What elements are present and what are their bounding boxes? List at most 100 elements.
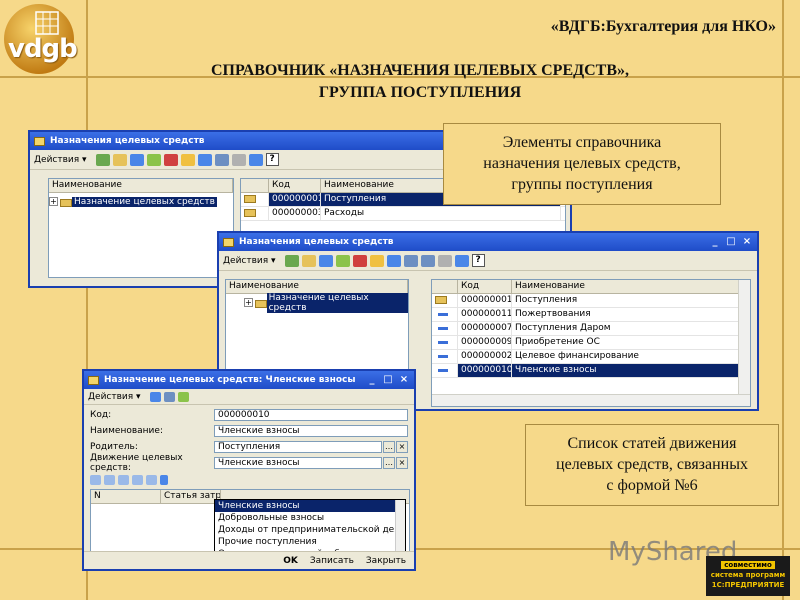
list-row[interactable]: 000000002 Целевое финансирование — [432, 350, 750, 364]
edit-icon[interactable] — [146, 153, 161, 166]
list-row[interactable]: 000000010 Членские взносы — [432, 364, 750, 378]
code-col-header[interactable]: Код — [269, 179, 321, 192]
name-field-row: Наименование: Членские взносы — [90, 425, 408, 437]
copy-icon[interactable] — [318, 254, 333, 267]
add-folder-icon[interactable] — [112, 153, 127, 166]
filter-list-icon[interactable] — [420, 254, 435, 267]
parent-input[interactable]: Поступления — [214, 441, 382, 453]
filter-off-icon[interactable] — [437, 254, 452, 267]
slide-title-line2: ГРУППА ПОСТУПЛЕНИЯ — [318, 84, 522, 101]
hierarchy-icon[interactable] — [180, 153, 195, 166]
icon-col-header — [432, 280, 458, 293]
close-button[interactable]: Закрыть — [366, 556, 406, 566]
close-icon[interactable]: × — [398, 374, 410, 386]
edit-row-icon[interactable] — [118, 475, 129, 485]
link-icon[interactable] — [177, 391, 189, 402]
copy-icon[interactable] — [129, 153, 144, 166]
tree-panel: Наименование + Назначение целевых средст… — [48, 178, 234, 278]
row-icon-cell — [432, 294, 458, 307]
filter-off-icon[interactable] — [231, 153, 246, 166]
filter-icon[interactable] — [214, 153, 229, 166]
row-icon-cell — [241, 207, 269, 220]
edit-icon[interactable] — [335, 254, 350, 267]
name-input[interactable]: Членские взносы — [214, 425, 408, 437]
filter-icon[interactable] — [403, 254, 418, 267]
horizontal-scrollbar[interactable] — [432, 394, 750, 406]
code-field-row: Код: 000000010 — [90, 409, 408, 421]
refresh-icon[interactable] — [248, 153, 263, 166]
move-up-icon[interactable] — [160, 475, 168, 485]
copy-row-icon[interactable] — [104, 475, 115, 485]
element-form-window: Назначение целевых средств: Членские взн… — [82, 369, 416, 571]
row-icon-cell — [432, 350, 458, 363]
select-button[interactable]: … — [383, 441, 395, 453]
callout-line: группы поступления — [511, 176, 653, 193]
actions-menu[interactable]: Действия ▾ — [34, 155, 87, 165]
code-col-header[interactable]: Код — [458, 280, 512, 293]
1c-compatible-badge: совместимо система программ 1С:ПРЕДПРИЯТ… — [706, 556, 790, 596]
minimize-icon[interactable]: _ — [366, 374, 378, 386]
ok-button[interactable]: OK — [283, 556, 298, 566]
list-row[interactable]: 000000001 Поступления — [432, 294, 750, 308]
callout-line: с формой №6 — [606, 477, 698, 494]
structure-icon[interactable] — [163, 391, 175, 402]
folder-icon — [60, 198, 72, 207]
actions-menu[interactable]: Действия ▾ — [88, 392, 141, 402]
dropdown-option[interactable]: Прочие поступления — [215, 536, 395, 548]
brand-title: «ВДГБ:Бухгалтерия для НКО» — [550, 18, 776, 35]
close-icon[interactable]: × — [741, 236, 753, 248]
minimize-icon[interactable]: _ — [709, 236, 721, 248]
code-label: Код: — [90, 410, 112, 420]
expand-icon[interactable]: + — [49, 197, 58, 206]
add-row-icon[interactable] — [90, 475, 101, 485]
vertical-scrollbar[interactable] — [738, 280, 750, 406]
move-icon[interactable] — [197, 153, 212, 166]
end-edit-icon[interactable] — [146, 475, 157, 485]
folder-icon — [244, 195, 256, 203]
n-col-header[interactable]: N — [91, 490, 161, 503]
list-row[interactable]: 000000009 Приобретение ОС — [432, 336, 750, 350]
form-bottom-bar: OK Записать Закрыть — [84, 551, 414, 569]
add-folder-icon[interactable] — [301, 254, 316, 267]
expand-icon[interactable]: + — [244, 298, 253, 307]
article-col-header[interactable]: Статья затра — [161, 490, 221, 503]
hierarchy-icon[interactable] — [369, 254, 384, 267]
list-row[interactable]: 000000003 Расходы — [241, 207, 565, 221]
help-icon[interactable]: ? — [471, 254, 485, 267]
catalog-icon — [34, 136, 45, 146]
save-icon[interactable] — [149, 391, 161, 402]
list-row[interactable]: 000000007 Поступления Даром — [432, 322, 750, 336]
list-row[interactable]: 000000011 Пожертвования — [432, 308, 750, 322]
code-cell: 000000002 — [458, 350, 512, 363]
tree-root[interactable]: + Назначение целевых средств — [226, 292, 408, 313]
move-icon[interactable] — [386, 254, 401, 267]
name-col-header[interactable]: Наименование — [512, 280, 740, 293]
delete-icon[interactable] — [352, 254, 367, 267]
catalog-icon — [88, 375, 99, 385]
maximize-icon[interactable]: □ — [382, 374, 394, 386]
delete-row-icon[interactable] — [132, 475, 143, 485]
code-input[interactable]: 000000010 — [214, 409, 408, 421]
add-icon[interactable] — [95, 153, 110, 166]
save-button[interactable]: Записать — [310, 556, 354, 566]
name-cell: Поступления — [512, 294, 740, 307]
refresh-icon[interactable] — [454, 254, 469, 267]
dropdown-option[interactable]: Добровольные взносы — [215, 512, 395, 524]
name-cell: Членские взносы — [512, 364, 740, 377]
clear-button[interactable]: × — [396, 457, 408, 469]
name-cell: Поступления Даром — [512, 322, 740, 335]
tree-root[interactable]: + Назначение целевых средств — [49, 195, 233, 208]
add-icon[interactable] — [284, 254, 299, 267]
clear-button[interactable]: × — [396, 441, 408, 453]
maximize-icon[interactable]: □ — [725, 236, 737, 248]
element-icon — [438, 369, 448, 372]
callout-line: Список статей движения — [567, 435, 737, 452]
dropdown-option[interactable]: Доходы от предпринимательской деяте... — [215, 524, 395, 536]
dropdown-option[interactable]: Членские взносы — [215, 500, 395, 512]
actions-menu[interactable]: Действия ▾ — [223, 256, 276, 266]
movement-input[interactable]: Членские взносы — [214, 457, 382, 469]
badge-compatible: совместимо — [721, 561, 775, 569]
help-icon[interactable]: ? — [265, 153, 279, 166]
select-button[interactable]: … — [383, 457, 395, 469]
delete-icon[interactable] — [163, 153, 178, 166]
